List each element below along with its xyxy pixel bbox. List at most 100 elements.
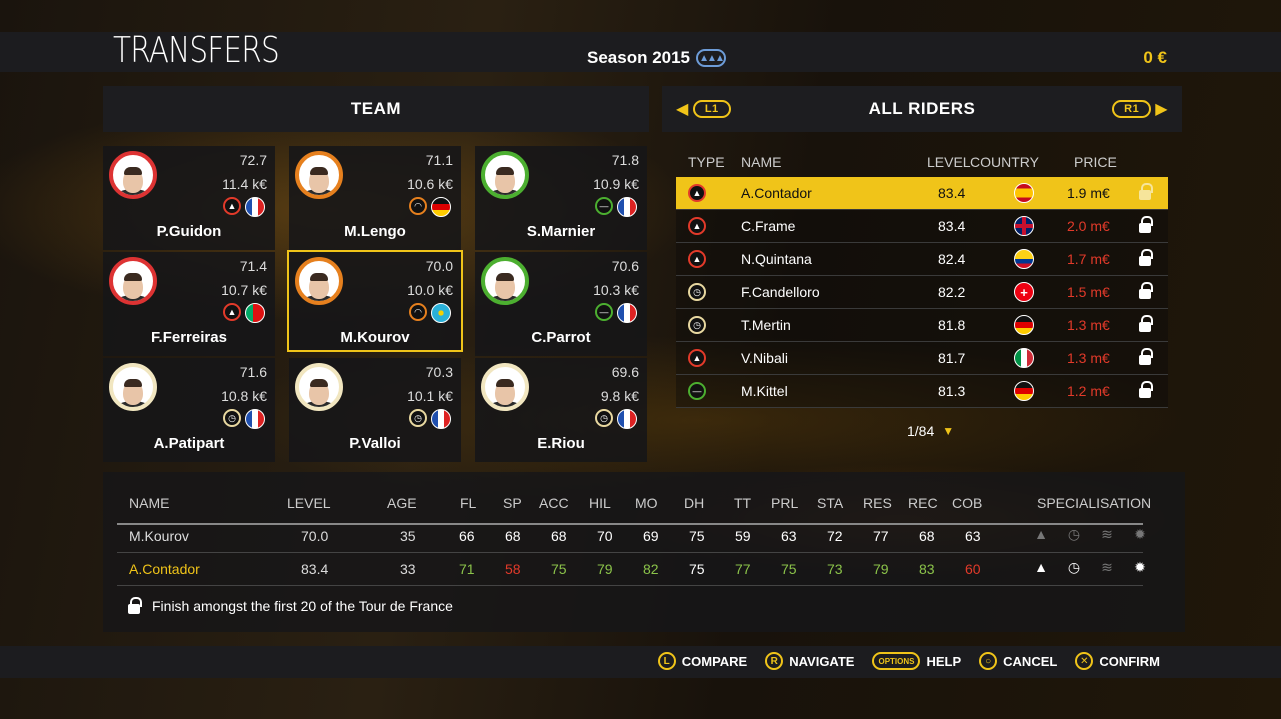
rider-row[interactable]: ▲ V.Nibali 81.7 1.3 m€ bbox=[676, 342, 1168, 375]
rider-level: 71.1 bbox=[425, 152, 453, 168]
time-trial-icon: ◷ bbox=[595, 409, 613, 427]
team-card[interactable]: 71.1 10.6 k€ ◠ M.Lengo bbox=[289, 146, 461, 250]
col-name: NAME bbox=[129, 495, 170, 511]
cobbles-spec-icon: ✹ bbox=[1134, 559, 1146, 575]
season-text: Season 2015 bbox=[587, 48, 691, 67]
climber-spec-icon: ▲ bbox=[1034, 559, 1048, 575]
rider-avatar bbox=[481, 257, 529, 305]
cmp-fl: 66 bbox=[459, 528, 475, 544]
lock-icon bbox=[1139, 282, 1153, 299]
chevron-down-icon: ▼ bbox=[942, 424, 955, 438]
riders-title: ALL RIDERS bbox=[868, 99, 976, 118]
help-label: HELP bbox=[926, 653, 962, 669]
rider-name: V.Nibali bbox=[741, 350, 788, 366]
rider-name: M.Lengo bbox=[344, 223, 406, 240]
cmp-tt: 77 bbox=[735, 561, 751, 577]
team-title: TEAM bbox=[350, 99, 402, 118]
col-price: PRICE bbox=[1074, 154, 1117, 170]
cmp-name: M.Kourov bbox=[129, 528, 189, 544]
l1-label: L1 bbox=[692, 100, 731, 118]
rider-name: N.Quintana bbox=[741, 251, 812, 267]
cmp-sta: 72 bbox=[827, 528, 843, 544]
team-card[interactable]: 70.3 10.1 k€ ◷ P.Valloi bbox=[289, 358, 461, 462]
flag-france-icon bbox=[617, 409, 637, 429]
rider-row[interactable]: ▲ C.Frame 83.4 2.0 m€ bbox=[676, 210, 1168, 243]
specialisation-icons: ▲ ◷ ≋ ✹ bbox=[1031, 559, 1150, 579]
rider-name: S.Marnier bbox=[526, 223, 596, 240]
rider-avatar bbox=[109, 151, 157, 199]
team-card[interactable]: 70.6 10.3 k€ — C.Parrot bbox=[475, 252, 647, 356]
rider-level: 71.4 bbox=[239, 258, 267, 274]
team-card[interactable]: 71.4 10.7 k€ ▲ F.Ferreiras bbox=[103, 252, 275, 356]
col-tt: TT bbox=[734, 495, 752, 511]
rider-level: 82.4 bbox=[938, 251, 966, 267]
rider-row[interactable]: ◷ F.Candelloro 82.2 + 1.5 m€ bbox=[676, 276, 1168, 309]
team-card[interactable]: 71.8 10.9 k€ — S.Marnier bbox=[475, 146, 647, 250]
rider-avatar bbox=[109, 363, 157, 411]
compare-button[interactable]: L COMPARE bbox=[657, 652, 748, 670]
options-button-icon: OPTIONS bbox=[872, 652, 921, 670]
navigate-button[interactable]: R NAVIGATE bbox=[765, 652, 854, 670]
rider-name: M.Kittel bbox=[741, 383, 788, 399]
col-age: AGE bbox=[387, 495, 417, 511]
rider-row[interactable]: ▲ N.Quintana 82.4 1.7 m€ bbox=[676, 243, 1168, 276]
help-button[interactable]: OPTIONS HELP bbox=[872, 652, 961, 670]
climber-icon: ▲ bbox=[688, 349, 706, 367]
climber-icon: ▲ bbox=[223, 303, 241, 321]
pagination[interactable]: 1/84 ▼ bbox=[907, 423, 954, 439]
lock-icon bbox=[1139, 381, 1153, 398]
rider-avatar bbox=[295, 363, 343, 411]
flag-italy-icon bbox=[1014, 348, 1034, 368]
sprinter-icon: — bbox=[595, 197, 613, 215]
next-page-button[interactable]: R1 ▶ bbox=[1112, 99, 1168, 119]
flag-germany-icon bbox=[1014, 381, 1034, 401]
circle-button-icon: ○ bbox=[979, 652, 998, 670]
col-res: RES bbox=[863, 495, 892, 511]
action-bar: L COMPARE R NAVIGATE OPTIONS HELP ○ CANC… bbox=[657, 652, 1160, 670]
cmp-prl: 75 bbox=[781, 561, 797, 577]
season-label: Season 2015 ▲▲▲ bbox=[587, 48, 727, 68]
col-sta: STA bbox=[817, 495, 844, 511]
climber-icon: ▲ bbox=[688, 250, 706, 268]
rider-level: 71.6 bbox=[239, 364, 267, 380]
sprinter-icon: — bbox=[688, 382, 706, 400]
rider-row[interactable]: — M.Kittel 81.3 1.2 m€ bbox=[676, 375, 1168, 408]
col-acc: ACC bbox=[539, 495, 569, 511]
cross-button-icon: ✕ bbox=[1075, 652, 1094, 670]
col-hil: HIL bbox=[589, 495, 611, 511]
col-level: LEVEL bbox=[287, 495, 331, 511]
rider-row[interactable]: ◷ T.Mertin 81.8 1.3 m€ bbox=[676, 309, 1168, 342]
page-indicator: 1/84 bbox=[907, 423, 935, 439]
condition-text: Finish amongst the first 20 of the Tour … bbox=[152, 598, 453, 614]
rider-level: 82.2 bbox=[938, 284, 966, 300]
rider-name: C.Frame bbox=[741, 218, 796, 234]
cmp-cob: 60 bbox=[965, 561, 981, 577]
compare-label: COMPARE bbox=[681, 653, 748, 669]
chevron-left-icon: ◀ bbox=[676, 101, 689, 118]
col-mo: MO bbox=[635, 495, 658, 511]
cmp-age: 35 bbox=[400, 528, 416, 544]
team-card[interactable]: 72.7 11.4 k€ ▲ P.Guidon bbox=[103, 146, 275, 250]
col-dh: DH bbox=[684, 495, 705, 511]
transfer-condition: Finish amongst the first 20 of the Tour … bbox=[128, 597, 453, 614]
rider-level: 69.6 bbox=[611, 364, 639, 380]
prev-page-button[interactable]: ◀ L1 bbox=[676, 99, 731, 119]
team-card[interactable]: 71.6 10.8 k€ ◷ A.Patipart bbox=[103, 358, 275, 462]
rider-name: P.Valloi bbox=[349, 435, 401, 452]
col-prl: PRL bbox=[771, 495, 799, 511]
r-button-icon: R bbox=[765, 652, 784, 670]
team-card[interactable]: 69.6 9.8 k€ ◷ E.Riou bbox=[475, 358, 647, 462]
col-cob: COB bbox=[952, 495, 983, 511]
flag-portugal-icon bbox=[245, 303, 265, 323]
cmp-name: A.Contador bbox=[129, 561, 200, 577]
rider-row-selected[interactable]: ▲ A.Contador 83.4 1.9 m€ bbox=[676, 177, 1168, 210]
team-card-selected[interactable]: 70.0 10.0 k€ ◠ M.Kourov bbox=[287, 250, 463, 352]
cancel-button[interactable]: ○ CANCEL bbox=[979, 652, 1057, 670]
cmp-hil: 79 bbox=[597, 561, 613, 577]
chevron-right-icon: ▶ bbox=[1155, 101, 1168, 118]
rider-value: 9.8 k€ bbox=[600, 388, 639, 404]
sprinter-spec-icon: ≋ bbox=[1101, 526, 1113, 542]
rider-name: F.Candelloro bbox=[741, 284, 820, 300]
flag-spain-icon bbox=[1014, 183, 1034, 203]
confirm-button[interactable]: ✕ CONFIRM bbox=[1075, 652, 1160, 670]
